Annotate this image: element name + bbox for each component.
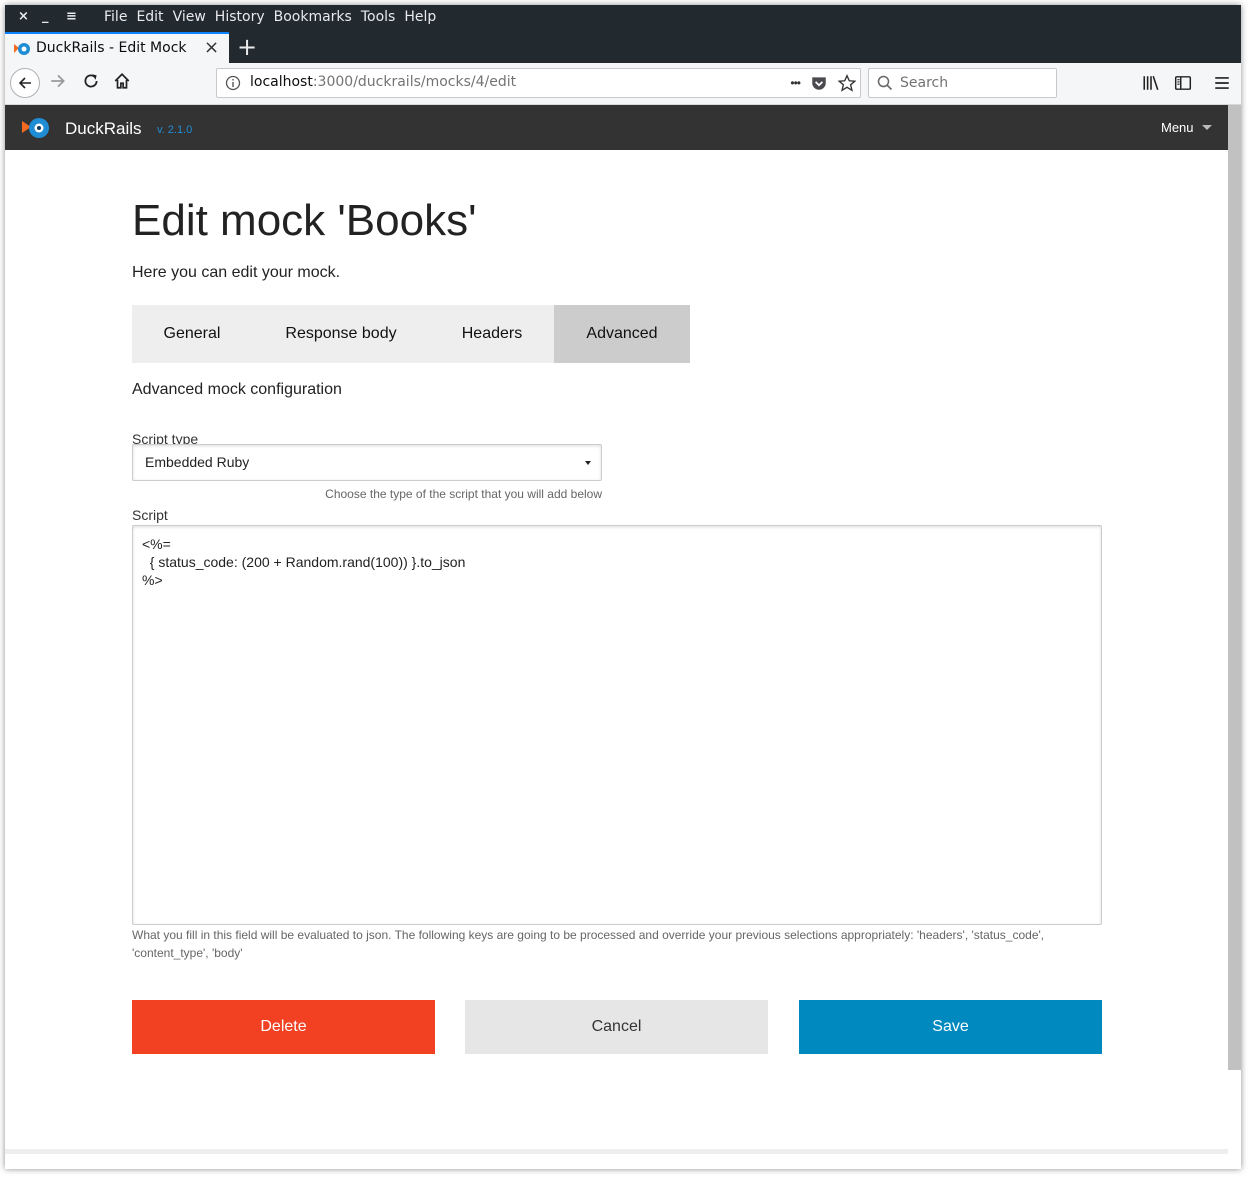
tab-response-body[interactable]: Response body	[252, 305, 430, 363]
menu-tools[interactable]: Tools	[361, 9, 396, 25]
select-arrow-icon	[585, 461, 591, 465]
section-title: Advanced mock configuration	[132, 381, 342, 398]
app-header: DuckRails v. 2.1.0 Menu	[5, 105, 1228, 150]
script-help-text: What you fill in this field will be eval…	[132, 928, 1045, 960]
page-subtitle: Here you can edit your mock.	[132, 264, 341, 281]
info-icon[interactable]	[225, 75, 241, 91]
window-close-button[interactable]: ×	[18, 9, 29, 24]
vertical-scrollbar-track[interactable]	[1228, 1070, 1241, 1150]
duckrails-favicon-icon	[14, 43, 30, 55]
pocket-icon[interactable]	[810, 74, 828, 92]
bookmark-star-icon[interactable]	[838, 74, 856, 92]
delete-button[interactable]: Delete	[132, 1000, 435, 1054]
script-type-hint: Choose the type of the script that you w…	[325, 487, 602, 501]
back-button[interactable]	[10, 68, 40, 98]
brand-name[interactable]: DuckRails	[65, 119, 142, 139]
back-arrow-icon	[18, 77, 31, 89]
search-icon	[877, 75, 893, 91]
menu-items: File Edit View History Bookmarks Tools H…	[104, 9, 436, 25]
menu-file[interactable]: File	[104, 9, 127, 25]
tab-general[interactable]: General	[132, 305, 252, 363]
script-textarea[interactable]: <%= { status_code: (200 + Random.rand(10…	[132, 525, 1102, 925]
menu-edit[interactable]: Edit	[136, 9, 163, 25]
cancel-button[interactable]: Cancel	[465, 1000, 768, 1054]
navigation-toolbar: localhost:3000/duckrails/mocks/4/edit ••…	[5, 63, 1241, 105]
tab-strip: DuckRails - Edit Mock × +	[5, 32, 1241, 63]
vertical-scrollbar-thumb[interactable]	[1228, 105, 1241, 1070]
library-icon[interactable]	[1142, 74, 1160, 92]
tab-close-icon[interactable]: ×	[204, 37, 219, 58]
url-text[interactable]: localhost:3000/duckrails/mocks/4/edit	[250, 74, 516, 90]
sidebar-icon[interactable]	[1174, 74, 1192, 92]
tab-headers[interactable]: Headers	[430, 305, 554, 363]
tab-advanced[interactable]: Advanced	[554, 305, 690, 363]
search-bar[interactable]: Search	[868, 68, 1057, 98]
url-actions: •••	[790, 74, 856, 92]
mock-tabs: General Response body Headers Advanced	[132, 305, 690, 363]
browser-tab[interactable]: DuckRails - Edit Mock ×	[5, 32, 229, 63]
browser-window: × _ ≡ File Edit View History Bookmarks T…	[5, 5, 1241, 1169]
window-minimize-button[interactable]: _	[42, 9, 49, 24]
menu-history[interactable]: History	[215, 9, 265, 25]
duckrails-logo-icon[interactable]	[20, 116, 52, 140]
script-content[interactable]: <%= { status_code: (200 + Random.rand(10…	[142, 535, 465, 589]
hamburger-menu-icon[interactable]	[1213, 74, 1231, 92]
reload-icon[interactable]	[82, 72, 100, 90]
url-path: :3000/duckrails/mocks/4/edit	[312, 74, 517, 90]
save-button[interactable]: Save	[799, 1000, 1102, 1054]
home-icon[interactable]	[113, 72, 131, 90]
script-type-value: Embedded Ruby	[145, 454, 250, 470]
menu-help[interactable]: Help	[404, 9, 436, 25]
new-tab-button[interactable]: +	[237, 32, 257, 62]
url-bar[interactable]: localhost:3000/duckrails/mocks/4/edit ••…	[216, 68, 861, 98]
page-title: Edit mock 'Books'	[132, 196, 477, 245]
page-actions-icon[interactable]: •••	[790, 76, 801, 90]
tab-title: DuckRails - Edit Mock	[36, 40, 187, 56]
menu-bookmarks[interactable]: Bookmarks	[274, 9, 352, 25]
window-maximize-button[interactable]: ≡	[66, 9, 77, 24]
search-input[interactable]: Search	[900, 75, 948, 91]
menu-view[interactable]: View	[173, 9, 206, 25]
app-version: v. 2.1.0	[157, 124, 193, 136]
url-host: localhost	[250, 74, 313, 90]
script-label: Script	[132, 507, 168, 523]
caret-down-icon	[1201, 125, 1212, 130]
script-type-select[interactable]: Embedded Ruby	[132, 444, 602, 481]
forward-arrow-icon[interactable]	[49, 72, 67, 90]
app-menu-button[interactable]: Menu	[1161, 120, 1212, 135]
menu-bar: × _ ≡ File Edit View History Bookmarks T…	[5, 5, 1241, 32]
footer-divider	[5, 1149, 1228, 1154]
app-menu-label: Menu	[1161, 120, 1194, 135]
